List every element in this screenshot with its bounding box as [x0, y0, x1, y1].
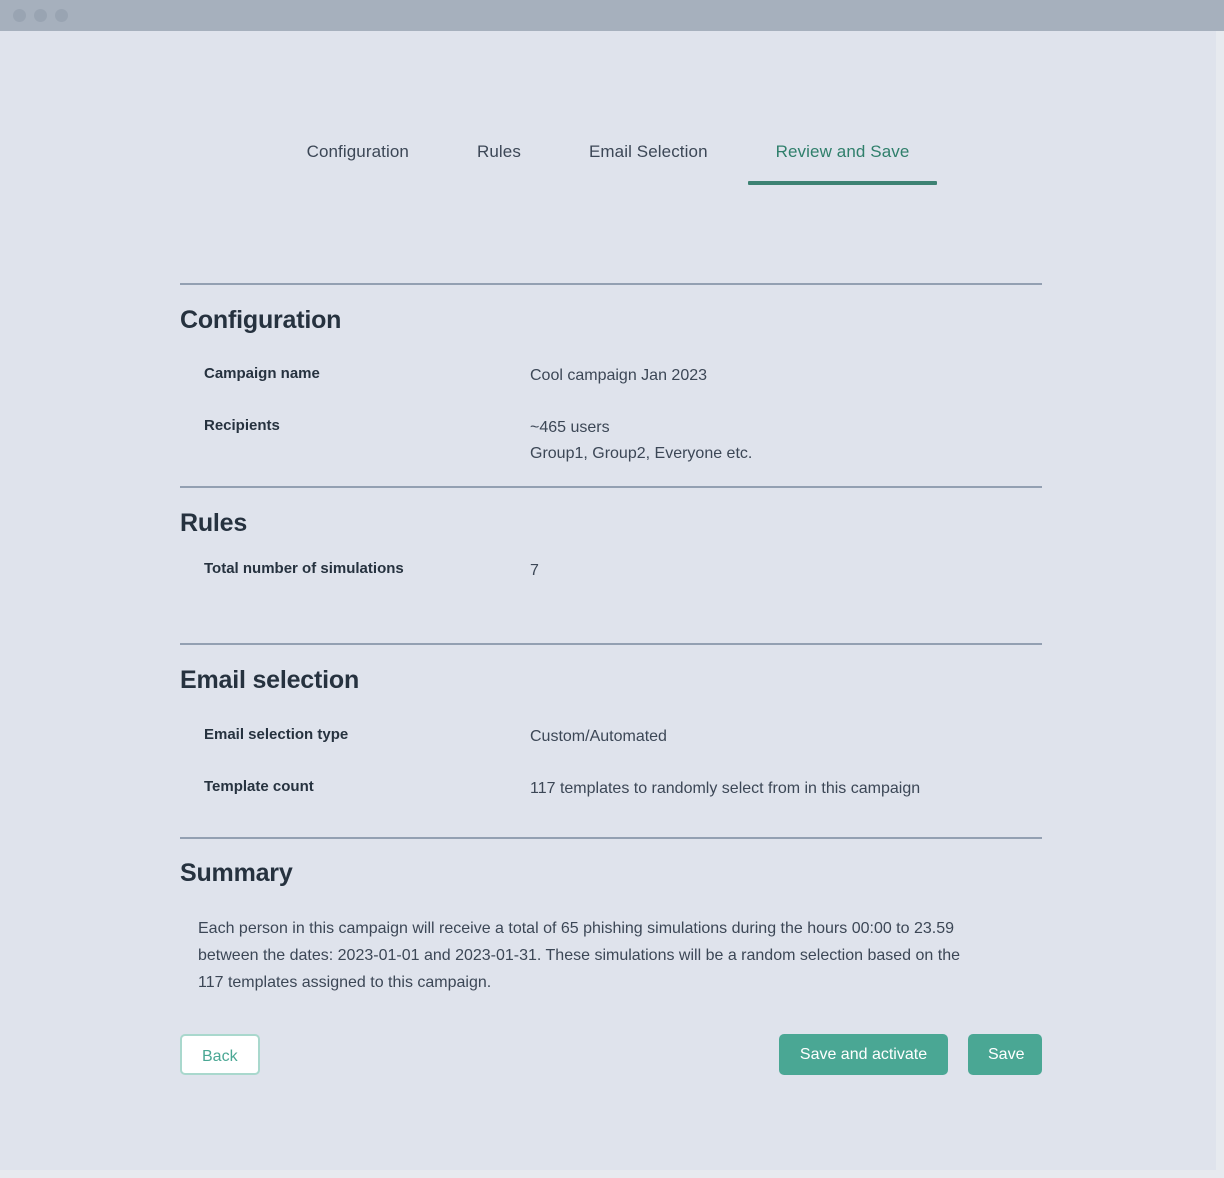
summary-text: Each person in this campaign will receiv… [198, 920, 960, 991]
page-body: Configuration Rules Email Selection Revi… [0, 31, 1216, 1170]
summary-heading: Summary [180, 859, 293, 887]
configuration-heading: Configuration [180, 306, 342, 334]
wizard-tabs: Configuration Rules Email Selection Revi… [0, 141, 1216, 185]
email-selection-rows: Email selection type Custom/Automated Te… [204, 724, 920, 802]
section-divider [180, 837, 1042, 839]
section-divider [180, 643, 1042, 645]
row-template-count: Template count 117 templates to randomly… [204, 776, 920, 802]
row-label: Email selection type [204, 726, 349, 743]
tab-rules-label: Rules [476, 142, 521, 161]
row-label: Template count [204, 778, 314, 795]
rules-heading: Rules [180, 509, 248, 537]
back-button[interactable]: Back [180, 1034, 260, 1075]
row-value: 117 templates to randomly select from in… [530, 776, 920, 802]
row-email-selection-type: Email selection type Custom/Automated [204, 724, 920, 750]
window-titlebar [0, 0, 1224, 31]
row-value-line: Group1, Group2, Everyone etc. [530, 445, 753, 462]
maximize-window-icon[interactable] [55, 9, 68, 22]
app-window: Configuration Rules Email Selection Revi… [0, 0, 1224, 1178]
section-divider [180, 486, 1042, 488]
tab-configuration[interactable]: Configuration [273, 141, 443, 185]
row-label: Campaign name [204, 365, 320, 382]
row-value-line: 7 [530, 562, 539, 579]
window-controls [13, 9, 68, 22]
row-total-simulations: Total number of simulations 7 [204, 558, 539, 584]
save-and-activate-button[interactable]: Save and activate [779, 1034, 948, 1075]
minimize-window-icon[interactable] [34, 9, 47, 22]
form-actions: Back Save and activate Save [180, 1034, 1042, 1076]
close-window-icon[interactable] [13, 9, 26, 22]
row-value: ~465 users Group1, Group2, Everyone etc. [530, 415, 752, 467]
tab-configuration-label: Configuration [306, 142, 409, 161]
tab-review-and-save-label: Review and Save [775, 142, 910, 161]
row-label: Recipients [204, 417, 280, 434]
row-value-line: Cool campaign Jan 2023 [530, 367, 708, 384]
tab-email-selection-label: Email Selection [588, 142, 708, 161]
section-divider [180, 283, 1042, 285]
tab-review-and-save[interactable]: Review and Save [742, 141, 944, 185]
row-label: Total number of simulations [204, 560, 404, 577]
email-selection-heading: Email selection [180, 666, 360, 694]
save-button[interactable]: Save [968, 1034, 1042, 1075]
configuration-rows: Campaign name Cool campaign Jan 2023 Rec… [204, 363, 752, 467]
row-value-line: 117 templates to randomly select from in… [530, 780, 921, 797]
row-campaign-name: Campaign name Cool campaign Jan 2023 [204, 363, 752, 389]
row-recipients: Recipients ~465 users Group1, Group2, Ev… [204, 415, 752, 467]
tab-rules[interactable]: Rules [443, 141, 555, 185]
row-value-line: ~465 users [530, 419, 610, 436]
row-value: Cool campaign Jan 2023 [530, 363, 707, 389]
row-value: 7 [530, 558, 539, 584]
tab-email-selection[interactable]: Email Selection [555, 141, 742, 185]
rules-rows: Total number of simulations 7 [204, 558, 539, 584]
row-value-line: Custom/Automated [530, 728, 667, 745]
row-value: Custom/Automated [530, 724, 667, 750]
